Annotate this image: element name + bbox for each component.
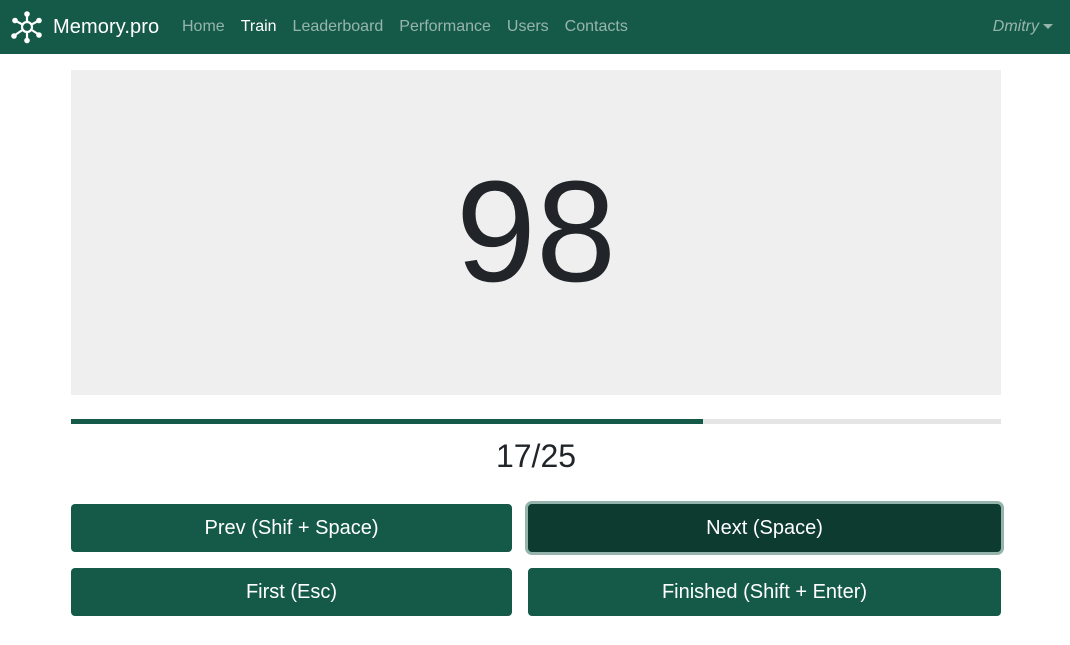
caret-down-icon xyxy=(1043,23,1053,29)
nav-link-leaderboard[interactable]: Leaderboard xyxy=(285,18,392,35)
brand-name: Memory.pro xyxy=(53,15,160,38)
progress-counter: 17/25 xyxy=(495,438,577,474)
nav-link-users[interactable]: Users xyxy=(499,18,557,35)
nav-link-contacts[interactable]: Contacts xyxy=(557,18,636,35)
current-card-number: 98 xyxy=(455,150,617,312)
first-button[interactable]: First (Esc) xyxy=(71,568,512,616)
user-name: Dmitry xyxy=(992,18,1039,35)
finished-button[interactable]: Finished (Shift + Enter) xyxy=(528,568,1001,616)
progress-bar-fill xyxy=(71,419,704,424)
prev-button[interactable]: Prev (Shif + Space) xyxy=(71,504,512,552)
card-display: 98 xyxy=(71,70,1001,395)
user-dropdown[interactable]: Dmitry xyxy=(993,0,1053,54)
top-navbar: Memory.pro Home Train Leaderboard Perfor… xyxy=(0,0,1070,54)
nav-link-performance[interactable]: Performance xyxy=(391,18,499,35)
nav-link-train[interactable]: Train xyxy=(233,18,285,35)
brand-link[interactable]: Memory.pro xyxy=(10,0,159,54)
next-button[interactable]: Next (Space) xyxy=(528,504,1001,552)
progress-bar xyxy=(71,419,1001,424)
nav-link-home[interactable]: Home xyxy=(174,18,233,35)
main-nav: Home Train Leaderboard Performance Users… xyxy=(174,0,636,54)
molecule-network-icon xyxy=(11,11,42,44)
